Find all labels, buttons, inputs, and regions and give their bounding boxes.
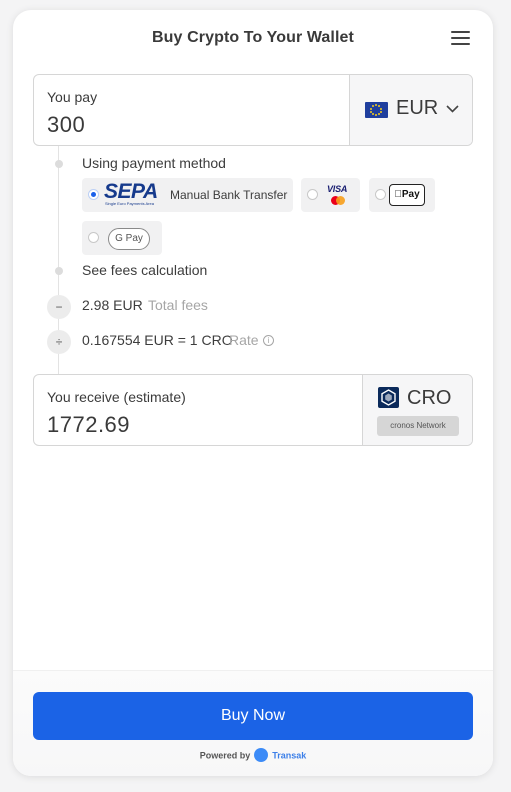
- pay-amount-box: You pay EUR: [33, 74, 473, 146]
- timeline-dot: [55, 160, 63, 168]
- radio-sepa[interactable]: [88, 189, 99, 200]
- radio-google-pay[interactable]: [88, 232, 99, 243]
- fiat-currency-select[interactable]: EUR: [349, 75, 472, 145]
- receive-amount-input[interactable]: [47, 411, 337, 439]
- payment-option-card[interactable]: VISA: [301, 178, 360, 212]
- hamburger-menu-icon[interactable]: [451, 30, 471, 46]
- payment-option-sepa-label: Manual Bank Transfer: [170, 188, 288, 202]
- receive-amount-box: You receive (estimate) CRO cronos Networ…: [33, 374, 473, 446]
- see-fees-link[interactable]: See fees calculation: [82, 262, 207, 278]
- pay-label: You pay: [47, 89, 98, 105]
- receive-label: You receive (estimate): [47, 389, 186, 405]
- fiat-currency-code: EUR: [396, 97, 439, 119]
- fees-label: Total fees: [148, 297, 208, 313]
- apple-pay-icon: Pay: [389, 184, 425, 206]
- chevron-down-icon: [446, 105, 459, 113]
- transak-logo-icon: [253, 748, 268, 762]
- payment-option-sepa[interactable]: SEPA Single Euro Payments Area Manual Ba…: [82, 178, 293, 212]
- radio-apple-pay[interactable]: [375, 189, 386, 200]
- header: Buy Crypto To Your Wallet: [13, 10, 493, 66]
- crypto-currency-code: CRO: [407, 387, 452, 409]
- sepa-logo: SEPA Single Euro Payments Area: [104, 180, 158, 206]
- radio-card[interactable]: [307, 189, 318, 200]
- timeline-dot: [55, 267, 63, 275]
- page-title: Buy Crypto To Your Wallet: [152, 29, 354, 46]
- eu-flag-icon: [365, 102, 388, 118]
- powered-by: Powered by Transak: [13, 748, 493, 763]
- network-badge: cronos Network: [377, 416, 459, 436]
- crypto-currency-select[interactable]: CRO cronos Network: [362, 375, 472, 445]
- powered-by-label: Powered by: [199, 750, 251, 761]
- rate-value: 0.167554 EUR = 1 CRO: [82, 332, 233, 348]
- widget-card: Buy Crypto To Your Wallet You pay EUR Us…: [13, 10, 493, 776]
- google-pay-icon: G Pay: [108, 228, 150, 250]
- fees-value: 2.98 EUR: [82, 297, 143, 313]
- pay-amount-input[interactable]: [47, 111, 337, 139]
- minus-icon: −: [47, 295, 71, 319]
- payment-method-label: Using payment method: [82, 155, 226, 171]
- footer: Buy Now Powered by Transak: [13, 670, 493, 776]
- info-icon[interactable]: i: [263, 335, 274, 346]
- transak-brand[interactable]: Transak: [272, 750, 306, 760]
- cronos-icon: [378, 387, 399, 408]
- visa-mastercard-icon: VISA: [327, 184, 349, 206]
- buy-now-button[interactable]: Buy Now: [33, 692, 473, 740]
- divide-icon: ÷: [47, 330, 71, 354]
- payment-option-google-pay[interactable]: G Pay: [82, 221, 162, 255]
- payment-option-apple-pay[interactable]: Pay: [369, 178, 435, 212]
- rate-label: Rate: [229, 332, 259, 348]
